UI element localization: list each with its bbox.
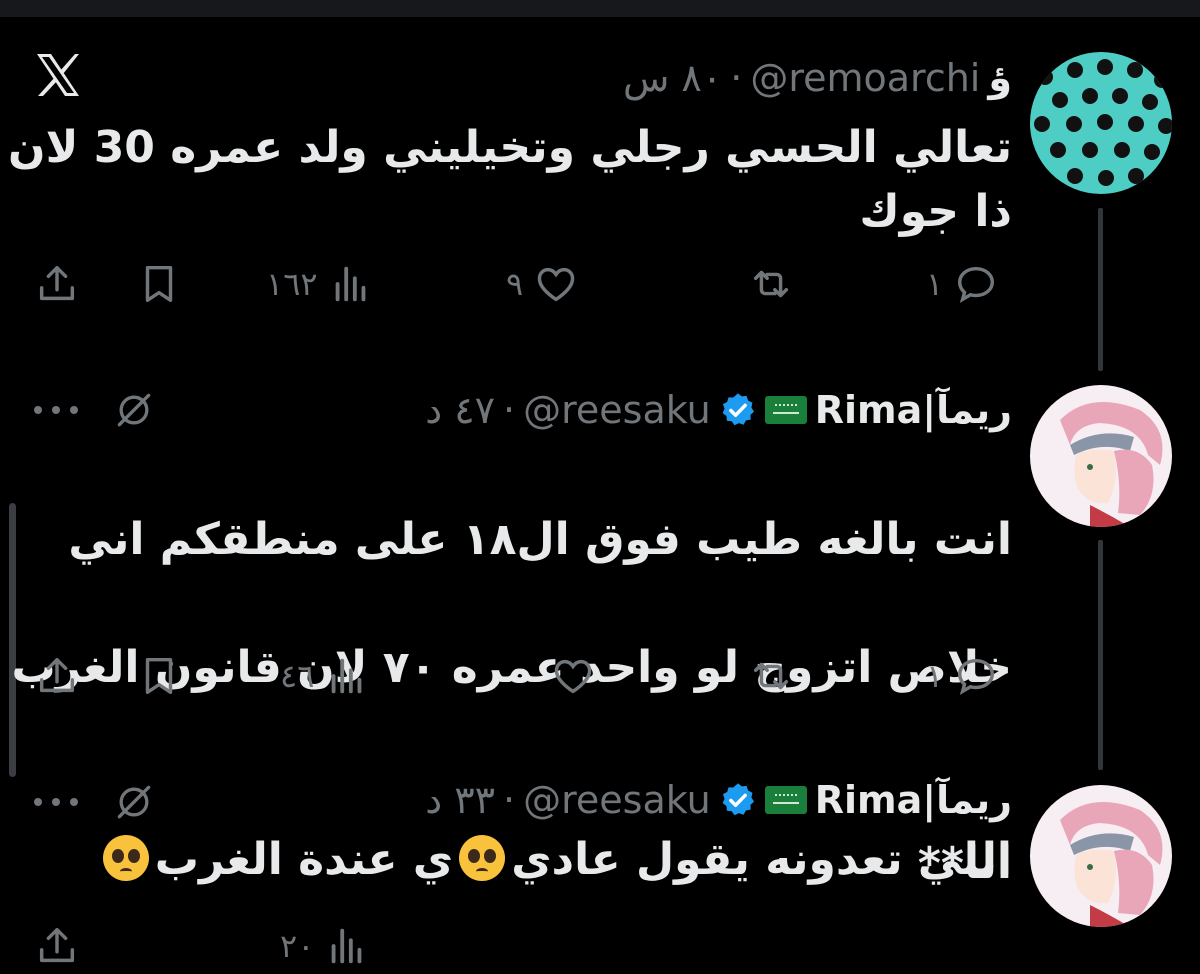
share-button[interactable] xyxy=(34,256,80,312)
share-icon xyxy=(34,923,80,969)
avatar-reesaku[interactable] xyxy=(1030,385,1172,527)
share-icon xyxy=(34,261,80,307)
saudi-flag-icon xyxy=(764,396,807,424)
views-count: ٢٠ xyxy=(280,927,315,965)
avatar-remoarchi[interactable] xyxy=(1030,52,1172,194)
like-count: ٩ xyxy=(506,265,524,303)
top-divider xyxy=(0,0,1200,17)
more-icon[interactable] xyxy=(34,792,78,812)
tweet-text-segment: ي عندة الغرب xyxy=(154,834,454,885)
views-button[interactable]: ٢٠ xyxy=(280,918,370,974)
handle[interactable]: @reesaku xyxy=(523,388,711,432)
reply-count: ١ xyxy=(926,265,944,303)
handle[interactable]: @reesaku xyxy=(523,778,711,822)
views-button[interactable]: ٤٦ xyxy=(280,648,370,704)
x-logo-icon[interactable] xyxy=(33,50,83,100)
views-icon xyxy=(324,923,370,969)
reply-icon xyxy=(953,653,999,699)
separator-dot: · xyxy=(730,56,743,100)
share-button[interactable] xyxy=(34,918,80,974)
verified-badge-icon xyxy=(719,781,757,819)
reply-icon xyxy=(953,261,999,307)
grok-icon[interactable] xyxy=(112,780,156,824)
reply-button[interactable]: ١ xyxy=(926,648,999,704)
bookmark-button[interactable] xyxy=(136,648,182,704)
bookmark-icon xyxy=(136,261,182,307)
display-name[interactable]: Rima|ريمآ xyxy=(815,778,1012,822)
views-count: ١٦٢ xyxy=(266,265,318,303)
tweet-text-line: انت بالغه طيب فوق ال١٨ على منطقكم اني xyxy=(68,514,1012,565)
retweet-icon xyxy=(748,653,794,699)
views-button[interactable]: ١٦٢ xyxy=(266,256,374,312)
pleading-face-emoji xyxy=(102,835,149,881)
thread-connector xyxy=(1098,540,1103,770)
views-count: ٤٦ xyxy=(280,657,315,695)
views-icon xyxy=(328,261,374,307)
tweet-actions: ١ ٩ ١٦٢ xyxy=(30,256,1010,312)
timestamp[interactable]: ٣٣ د xyxy=(425,778,495,822)
separator-dot: · xyxy=(503,388,516,432)
display-name[interactable]: Rima|ريمآ xyxy=(815,388,1012,432)
more-icon[interactable] xyxy=(34,400,78,420)
like-button[interactable]: ٩ xyxy=(506,256,579,312)
grok-icon[interactable] xyxy=(112,388,156,432)
thread-connector xyxy=(1098,208,1103,371)
timestamp[interactable]: ٨٠ س xyxy=(623,56,722,100)
share-icon xyxy=(34,653,80,699)
handle[interactable]: @remoarchi xyxy=(750,56,980,100)
tweet-header: Rima|ريمآ @reesaku · ٣٣ د xyxy=(425,774,1012,826)
pleading-face-emoji xyxy=(459,835,506,881)
reply-count: ١ xyxy=(926,657,944,695)
timestamp[interactable]: ٤٧ د xyxy=(425,388,495,432)
retweet-button[interactable] xyxy=(748,648,794,704)
verified-badge-icon xyxy=(719,391,757,429)
tweet-text: تعالي الحسي رجلي وتخيليني ولد عمره 30 لا… xyxy=(8,122,1012,237)
share-button[interactable] xyxy=(34,648,80,704)
retweet-icon xyxy=(748,261,794,307)
views-icon xyxy=(324,653,370,699)
like-button[interactable] xyxy=(550,648,596,704)
bookmark-button[interactable] xyxy=(136,256,182,312)
bookmark-icon xyxy=(136,653,182,699)
heart-icon xyxy=(533,261,579,307)
tweet-actions: ٢٠ xyxy=(30,918,1010,974)
separator-dot: · xyxy=(503,778,516,822)
display-name[interactable]: ؤ xyxy=(988,56,1012,100)
saudi-flag-icon xyxy=(764,786,807,814)
avatar-reesaku[interactable] xyxy=(1030,785,1172,927)
tweet-header: Rima|ريمآ @reesaku · ٤٧ د xyxy=(425,384,1012,436)
tweet-actions: ١ ٤٦ xyxy=(30,648,1010,704)
tweet-text: انا** xyxy=(917,838,1012,889)
heart-icon xyxy=(550,653,596,699)
retweet-button[interactable] xyxy=(748,256,794,312)
tweet-header: ؤ @remoarchi · ٨٠ س xyxy=(623,52,1012,104)
reply-button[interactable]: ١ xyxy=(926,256,999,312)
